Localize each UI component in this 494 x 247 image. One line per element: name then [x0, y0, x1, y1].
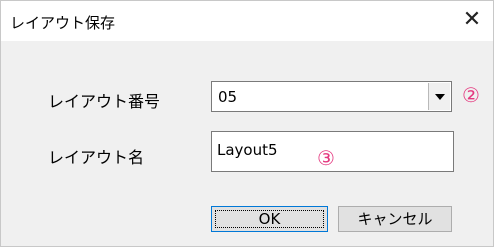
layout-number-label: レイアウト番号 — [48, 92, 161, 111]
chevron-down-icon[interactable] — [428, 83, 450, 110]
layout-name-value: Layout5 — [217, 141, 278, 159]
close-icon[interactable]: ✕ — [457, 5, 487, 35]
dialog-title: レイアウト保存 — [10, 14, 116, 32]
ok-button[interactable]: OK — [211, 206, 328, 232]
cancel-button-label: キャンセル — [357, 210, 433, 228]
layout-number-dropdown[interactable]: 05 — [211, 81, 452, 112]
title-bar: レイアウト保存 ✕ — [1, 1, 493, 41]
save-layout-dialog: レイアウト保存 ✕ レイアウト番号 05 ② レイアウト名 Layout5 ③ … — [0, 0, 494, 247]
annotation-marker-3: ③ — [317, 146, 335, 170]
layout-name-label: レイアウト名 — [48, 148, 145, 167]
cancel-button[interactable]: キャンセル — [338, 206, 452, 232]
annotation-marker-2: ② — [462, 83, 480, 107]
focus-ring — [215, 210, 324, 228]
layout-number-value: 05 — [218, 88, 238, 106]
